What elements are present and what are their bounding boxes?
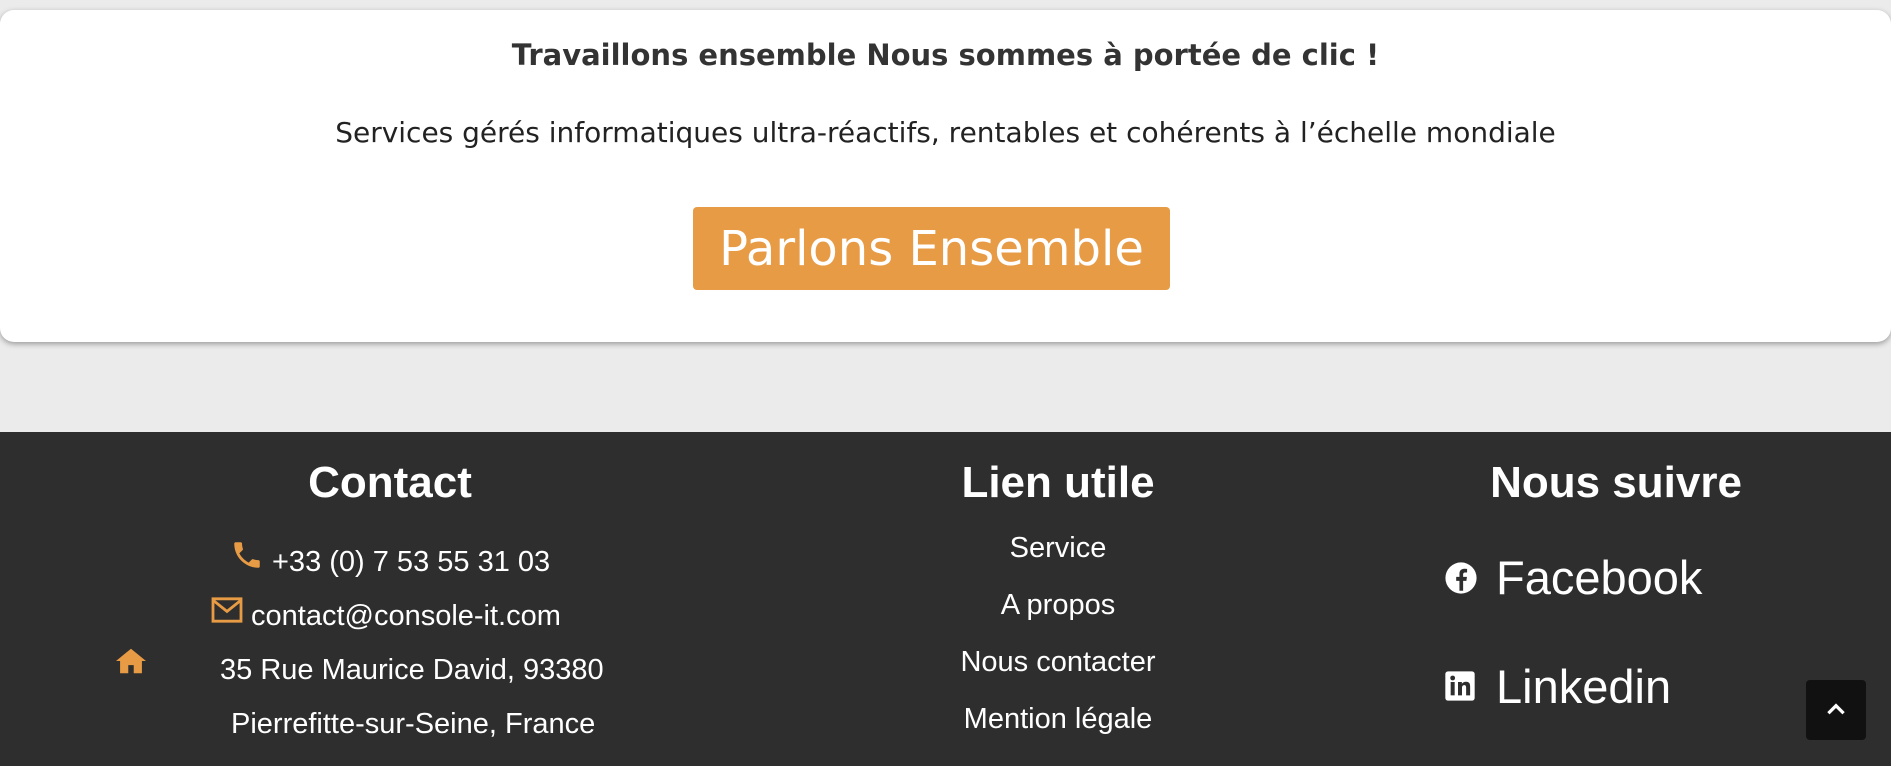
footer: Contact +33 (0) 7 53 55 31 03 contact@co… (0, 432, 1891, 766)
home-icon (114, 646, 148, 678)
phone-icon (230, 538, 264, 572)
linkedin-label: Linkedin (1496, 660, 1672, 713)
social-title: Nous suivre (1490, 458, 1742, 507)
footer-link-mention-legale[interactable]: Mention légale (858, 703, 1258, 736)
cta-subtitle: Services gérés informatiques ultra-réact… (335, 116, 1556, 149)
parlons-ensemble-button[interactable]: Parlons Ensemble (693, 207, 1170, 290)
facebook-label: Facebook (1496, 551, 1703, 604)
footer-link-nous-contacter[interactable]: Nous contacter (858, 646, 1258, 679)
links-title: Lien utile (961, 458, 1155, 507)
facebook-icon (1444, 561, 1478, 595)
back-to-top-button[interactable] (1806, 680, 1866, 740)
linkedin-icon (1444, 670, 1478, 704)
envelope-icon (210, 596, 244, 626)
contact-address-line2: Pierrefitte-sur-Seine, France (231, 708, 596, 740)
cta-title: Travaillons ensemble Nous sommes à porté… (511, 38, 1380, 72)
contact-address-line1: 35 Rue Maurice David, 93380 (220, 654, 604, 686)
contact-email[interactable]: contact@console-it.com (251, 600, 561, 633)
cta-card: Travaillons ensemble Nous sommes à porté… (0, 10, 1891, 342)
chevron-up-icon (1823, 697, 1849, 723)
contact-phone[interactable]: +33 (0) 7 53 55 31 03 (272, 546, 550, 579)
social-linkedin[interactable]: Linkedin (1444, 659, 1671, 714)
social-facebook[interactable]: Facebook (1444, 550, 1702, 605)
footer-link-a-propos[interactable]: A propos (858, 589, 1258, 622)
contact-title: Contact (308, 458, 472, 507)
footer-link-service[interactable]: Service (858, 532, 1258, 565)
